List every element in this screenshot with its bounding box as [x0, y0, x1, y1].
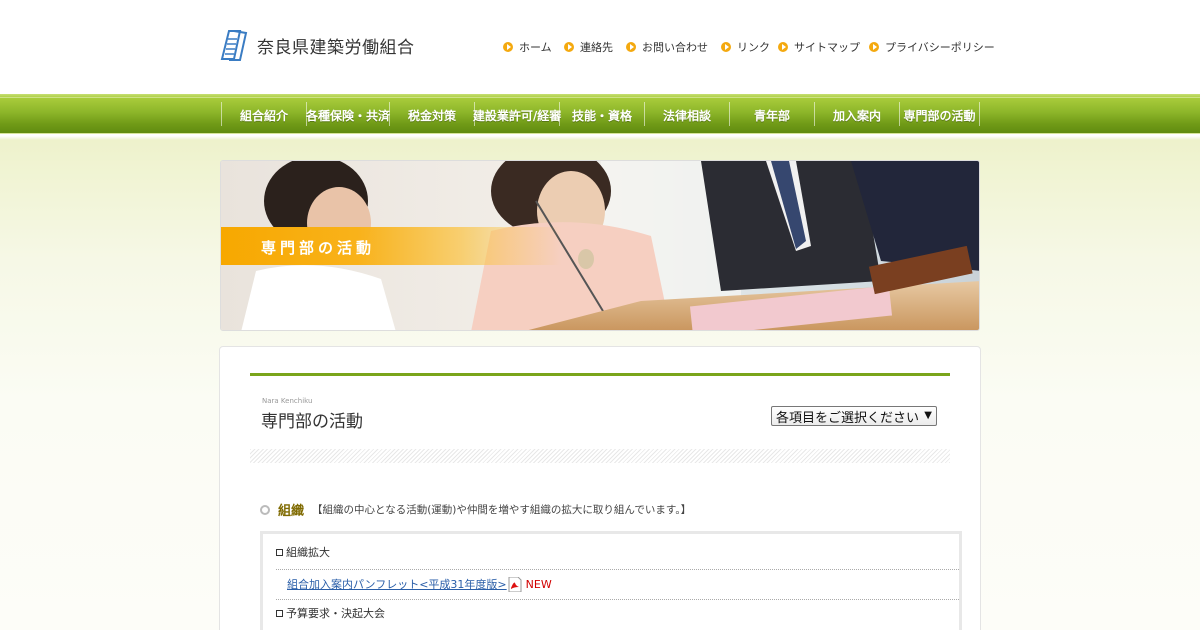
- arrow-right-icon: [503, 42, 513, 52]
- arrow-right-icon: [721, 42, 731, 52]
- nav-item-tax[interactable]: 税金対策: [390, 102, 474, 128]
- page-title: 専門部の活動: [261, 412, 363, 432]
- list-item: 組織拡大: [276, 544, 956, 560]
- list-item: 予算要求・決起大会: [276, 605, 956, 621]
- util-link-sitemap[interactable]: サイトマップ: [778, 39, 860, 55]
- main-nav: 組合紹介 各種保険・共済 税金対策 建設業許可/経審 技能・資格 法律相談 青年…: [0, 94, 1200, 134]
- dotted-divider: [276, 599, 959, 600]
- site-header: 奈良県建築労働組合 ホーム 連絡先 お問い合わせ リンク サイトマップ プライバ…: [0, 0, 1200, 94]
- util-link-home[interactable]: ホーム: [503, 39, 552, 55]
- nav-divider: [979, 102, 980, 126]
- square-bullet-icon: [276, 548, 283, 556]
- util-link-privacy[interactable]: プライバシーポリシー: [869, 39, 995, 55]
- util-link-label: 連絡先: [580, 41, 613, 54]
- nav-item-join[interactable]: 加入案内: [815, 102, 899, 128]
- page-subtitle-en: Nara Kenchiku: [262, 397, 313, 405]
- dropdown-arrow-icon: ▼: [924, 410, 932, 421]
- list-item-label: 組織拡大: [286, 546, 330, 559]
- arrow-right-icon: [626, 42, 636, 52]
- title-rule: [250, 373, 950, 376]
- utility-nav: ホーム 連絡先 お問い合わせ リンク サイトマップ プライバシーポリシー: [0, 39, 1200, 55]
- nav-item-about[interactable]: 組合紹介: [222, 102, 306, 128]
- util-link-label: ホーム: [519, 41, 552, 54]
- pdf-icon: [508, 576, 522, 592]
- nav-item-license[interactable]: 建設業許可/経審: [473, 102, 561, 128]
- util-link-contact-info[interactable]: 連絡先: [564, 39, 613, 55]
- hero-title: 専門部の活動: [261, 239, 376, 257]
- section-heading: 組織 【組織の中心となる活動(運動)や仲間を増やす組織の拡大に取り組んでいます。…: [260, 500, 691, 519]
- section-title: 組織: [278, 504, 305, 519]
- util-link-label: お問い合わせ: [642, 41, 708, 54]
- dotted-divider: [276, 569, 959, 570]
- hero-banner: 専門部の活動: [220, 160, 980, 331]
- nav-item-insurance[interactable]: 各種保険・共済: [306, 102, 390, 128]
- util-link-links[interactable]: リンク: [721, 39, 770, 55]
- util-link-label: サイトマップ: [794, 41, 860, 54]
- nav-item-youth[interactable]: 青年部: [730, 102, 814, 128]
- bullet-ring-icon: [260, 504, 270, 515]
- list-item: 組合加入案内パンフレット<平成31年度版> NEW: [287, 575, 967, 593]
- nav-item-activities[interactable]: 専門部の活動: [900, 102, 979, 128]
- new-badge: NEW: [525, 577, 552, 591]
- square-bullet-icon: [276, 609, 283, 617]
- util-link-label: プライバシーポリシー: [885, 41, 995, 54]
- arrow-right-icon: [869, 42, 879, 52]
- util-link-label: リンク: [737, 41, 770, 54]
- activity-list: 組織拡大 組合加入案内パンフレット<平成31年度版> NEW 予算要求・決起大会: [260, 531, 962, 630]
- util-link-inquiry[interactable]: お問い合わせ: [626, 39, 708, 55]
- section-select[interactable]: 各項目をご選択ください ▼: [771, 406, 937, 426]
- list-item-label: 予算要求・決起大会: [286, 607, 385, 620]
- arrow-right-icon: [778, 42, 788, 52]
- nav-item-skills[interactable]: 技能・資格: [560, 102, 644, 128]
- nav-item-legal[interactable]: 法律相談: [645, 102, 729, 128]
- section-select-value: 各項目をご選択ください: [776, 410, 920, 426]
- header-stripe: [250, 449, 950, 463]
- section-description: 【組織の中心となる活動(運動)や仲間を増やす組織の拡大に取り組んでいます。】: [312, 504, 692, 516]
- arrow-right-icon: [564, 42, 574, 52]
- content-panel: Nara Kenchiku 専門部の活動 各項目をご選択ください ▼ 組織 【組…: [219, 346, 981, 630]
- pamphlet-pdf-link[interactable]: 組合加入案内パンフレット<平成31年度版>: [287, 576, 507, 592]
